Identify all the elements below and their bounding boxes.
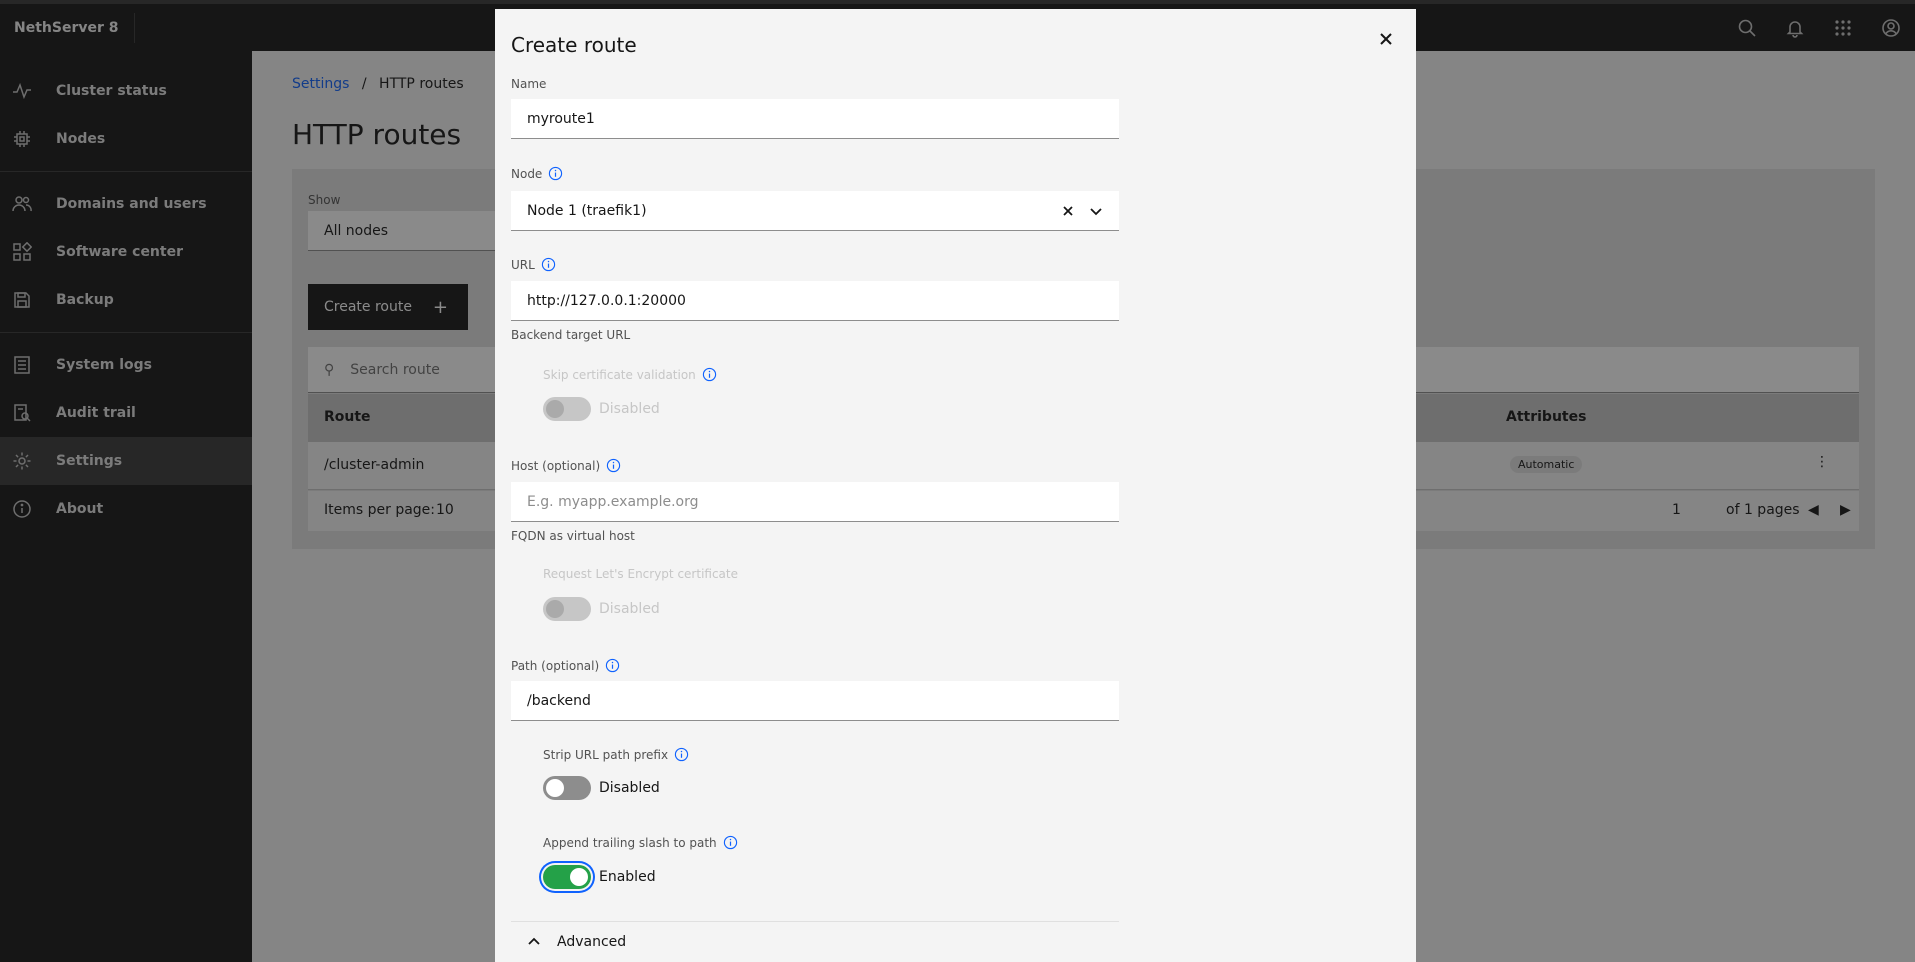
append-slash-toggle-row: Enabled [543, 865, 656, 889]
strip-prefix-state: Disabled [599, 780, 660, 796]
clear-selection-icon[interactable] [1061, 204, 1075, 218]
append-slash-state: Enabled [599, 869, 656, 885]
url-label: URL [511, 257, 556, 272]
node-select[interactable]: Node 1 (traefik1) [511, 191, 1119, 231]
name-input[interactable]: myroute1 [511, 99, 1119, 139]
lets-encrypt-toggle-row: Disabled [543, 597, 660, 621]
info-icon[interactable] [548, 166, 563, 181]
append-slash-label: Append trailing slash to path [543, 835, 738, 850]
info-icon[interactable] [606, 458, 621, 473]
skip-cert-label: Skip certificate validation [543, 367, 717, 382]
append-slash-toggle[interactable] [543, 865, 591, 889]
strip-prefix-toggle-row: Disabled [543, 776, 660, 800]
skip-cert-toggle[interactable] [543, 397, 591, 421]
host-helper-text: FQDN as virtual host [511, 529, 635, 543]
close-icon [1380, 33, 1392, 45]
skip-cert-toggle-row: Disabled [543, 397, 660, 421]
modal-title: Create route [511, 33, 637, 57]
url-input[interactable]: http://127.0.0.1:20000 [511, 281, 1119, 321]
info-icon[interactable] [674, 747, 689, 762]
path-label: Path (optional) [511, 658, 620, 673]
info-icon[interactable] [541, 257, 556, 272]
create-route-modal: Create route Name myroute1 Node Node 1 (… [495, 9, 1416, 962]
chevron-down-icon[interactable] [1089, 204, 1103, 218]
info-icon[interactable] [723, 835, 738, 850]
strip-prefix-toggle[interactable] [543, 776, 591, 800]
skip-cert-state: Disabled [599, 401, 660, 417]
path-input[interactable]: /backend [511, 681, 1119, 721]
lets-encrypt-state: Disabled [599, 601, 660, 617]
info-icon[interactable] [605, 658, 620, 673]
host-label: Host (optional) [511, 458, 621, 473]
close-button[interactable] [1370, 23, 1402, 55]
url-helper-text: Backend target URL [511, 328, 631, 342]
host-input[interactable]: E.g. myapp.example.org [511, 482, 1119, 522]
node-select-value: Node 1 (traefik1) [527, 202, 647, 219]
strip-prefix-label: Strip URL path prefix [543, 747, 689, 762]
advanced-label: Advanced [557, 934, 627, 950]
lets-encrypt-label: Request Let's Encrypt certificate [543, 567, 738, 581]
advanced-accordion[interactable]: Advanced [511, 921, 1119, 962]
lets-encrypt-toggle[interactable] [543, 597, 591, 621]
chevron-up-icon [528, 937, 540, 945]
info-icon[interactable] [702, 367, 717, 382]
node-label: Node [511, 166, 563, 181]
name-label: Name [511, 77, 547, 91]
